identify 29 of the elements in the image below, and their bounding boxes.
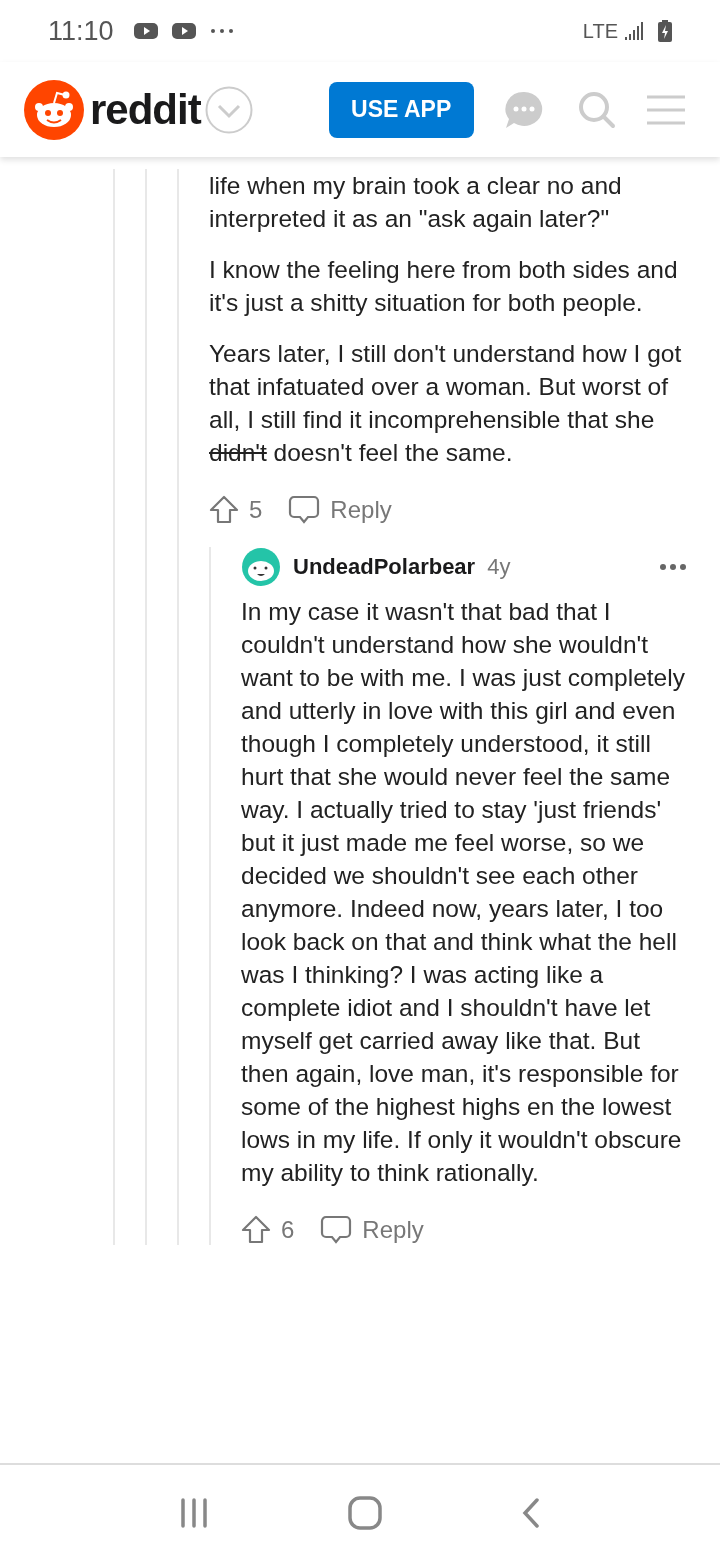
- avatar-icon[interactable]: [241, 547, 281, 587]
- video-app-icon: [171, 22, 196, 40]
- comment-text: life when my brain took a clear no and interpreted it as an "ask again later?": [209, 171, 623, 234]
- use-app-button[interactable]: USE APP: [328, 81, 474, 138]
- vote-count: 5: [249, 496, 263, 524]
- video-app-icon: [133, 22, 158, 40]
- vote-count: 6: [281, 1216, 295, 1244]
- network-type: LTE: [582, 19, 618, 43]
- upvote-icon[interactable]: [209, 495, 239, 525]
- more-options-icon[interactable]: [660, 563, 686, 571]
- back-icon[interactable]: [520, 1497, 541, 1528]
- comment-text: In my case it wasn't that bad that I couldn't understand how she wouldn't want to be with me. I was just completely and utterly in love with this girl and even though I completely understood, it still hurt that she would never feel the same way. I actually tried to stay 'just friends' but it just made me feel worse, so we decided we shouldn't see each other anymore. Indeed now, years later, I too look back on that and think what the hell was I thinking? I was acting like a complete idiot and I shouldn't have let myself get carried away like that. But then again, love man, it's responsible for some of the highest highs en the lowest lows in my life. If only it wouldn't obscure my ability to think rationally.: [241, 597, 686, 1188]
- reply-button[interactable]: Reply: [320, 1215, 424, 1245]
- username[interactable]: UndeadPolarbear: [293, 554, 476, 580]
- reddit-alien-logo-icon: [24, 79, 84, 140]
- home-icon[interactable]: [348, 1495, 382, 1530]
- comment-age: 4y: [487, 554, 511, 580]
- status-time: 11:10: [48, 15, 114, 47]
- more-notifications-icon: [209, 28, 234, 34]
- comment-text: Years later, I still don't understand how I got that infatuated over a woman. But worst of all, I still find it incomprehensible that she didn't doesn't feel the same.: [209, 339, 683, 468]
- comment-icon[interactable]: [288, 495, 321, 525]
- signal-icon: [624, 21, 644, 41]
- battery-charging-icon: [658, 20, 672, 42]
- comment-text: I know the feeling here from both sides and it's just a shitty situation for both people.: [209, 255, 679, 318]
- recent-apps-icon[interactable]: [179, 1497, 210, 1528]
- reddit-wordmark[interactable]: reddit: [90, 85, 201, 134]
- reply-button[interactable]: Reply: [288, 495, 392, 525]
- upvote-icon[interactable]: [241, 1215, 271, 1245]
- comment-icon[interactable]: [320, 1215, 353, 1245]
